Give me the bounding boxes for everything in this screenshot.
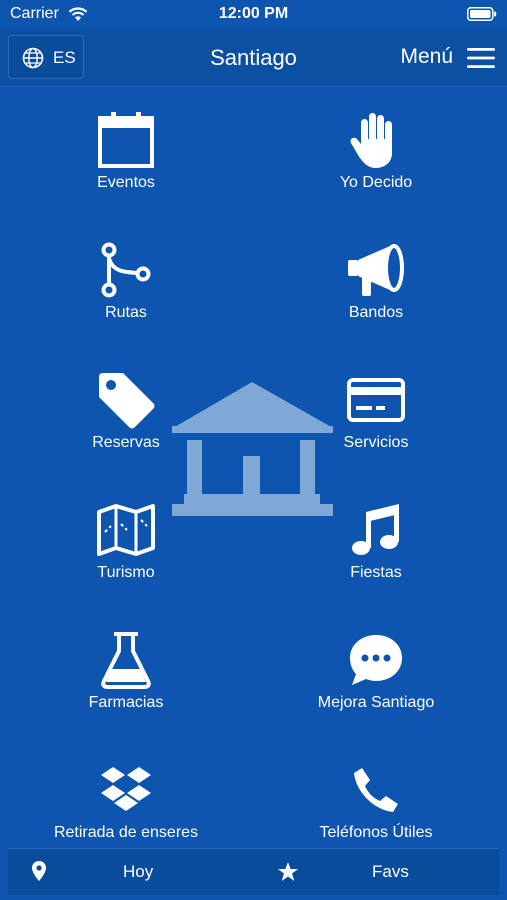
- clock-label: 12:00 PM: [218, 5, 289, 22]
- flask-icon: [96, 630, 156, 690]
- menu-label: Menú: [400, 45, 453, 68]
- status-bar: Carrier 12:00 PM: [0, 0, 507, 30]
- chat-bubble-icon: [346, 630, 406, 690]
- tile-label: Turismo: [97, 564, 155, 581]
- tab-today[interactable]: Hoy: [8, 849, 253, 895]
- hamburger-icon: [467, 47, 495, 74]
- tile-bandos[interactable]: Bandos: [261, 218, 491, 328]
- tile-eventos[interactable]: Eventos: [11, 88, 241, 198]
- tile-label: Mejora Santiago: [317, 694, 435, 711]
- tile-label: Servicios: [343, 434, 409, 451]
- tile-farmacias[interactable]: Farmacias: [11, 608, 241, 718]
- tile-servicios[interactable]: Servicios: [261, 348, 491, 458]
- tile-mejora-santiago[interactable]: Mejora Santiago: [261, 608, 491, 718]
- tile-label: Eventos: [97, 174, 155, 191]
- navigation-bar: ES Santiago Menú: [0, 30, 507, 87]
- tile-fiestas[interactable]: Fiestas: [261, 478, 491, 588]
- tab-label: Favs: [372, 862, 409, 881]
- map-icon: [96, 500, 156, 560]
- tile-label: Farmacias: [88, 694, 164, 711]
- music-icon: [346, 500, 406, 560]
- tab-bar: Hoy Favs: [8, 848, 499, 895]
- credit-card-icon: [346, 370, 406, 430]
- tile-label: Rutas: [105, 304, 147, 321]
- tile-label: Reservas: [92, 434, 160, 451]
- tile-label: Yo Decido: [339, 174, 413, 191]
- battery-icon: [467, 7, 497, 26]
- route-icon: [96, 240, 156, 300]
- tile-turismo[interactable]: Turismo: [11, 478, 241, 588]
- tag-icon: [96, 370, 156, 430]
- hand-icon: [346, 110, 406, 170]
- tile-label: Teléfonos Útiles: [319, 824, 433, 841]
- tile-label: Bandos: [348, 304, 404, 321]
- tile-retirada-de-enseres[interactable]: Retirada de enseres: [11, 738, 241, 848]
- megaphone-icon: [346, 240, 406, 300]
- tile-rutas[interactable]: Rutas: [11, 218, 241, 328]
- tab-favs[interactable]: Favs: [253, 849, 498, 895]
- location-pin-icon: [32, 861, 46, 886]
- calendar-icon: [96, 110, 156, 170]
- phone-icon: [346, 760, 406, 820]
- tab-label: Hoy: [123, 862, 154, 881]
- star-icon: [277, 861, 299, 888]
- tile-reservas[interactable]: Reservas: [11, 348, 241, 458]
- tile-label: Retirada de enseres: [53, 824, 199, 841]
- tile-telefonos-utiles[interactable]: Teléfonos Útiles: [261, 738, 491, 848]
- tile-yo-decido[interactable]: Yo Decido: [261, 88, 491, 198]
- tile-label: Fiestas: [350, 564, 402, 581]
- boxes-icon: [96, 760, 156, 820]
